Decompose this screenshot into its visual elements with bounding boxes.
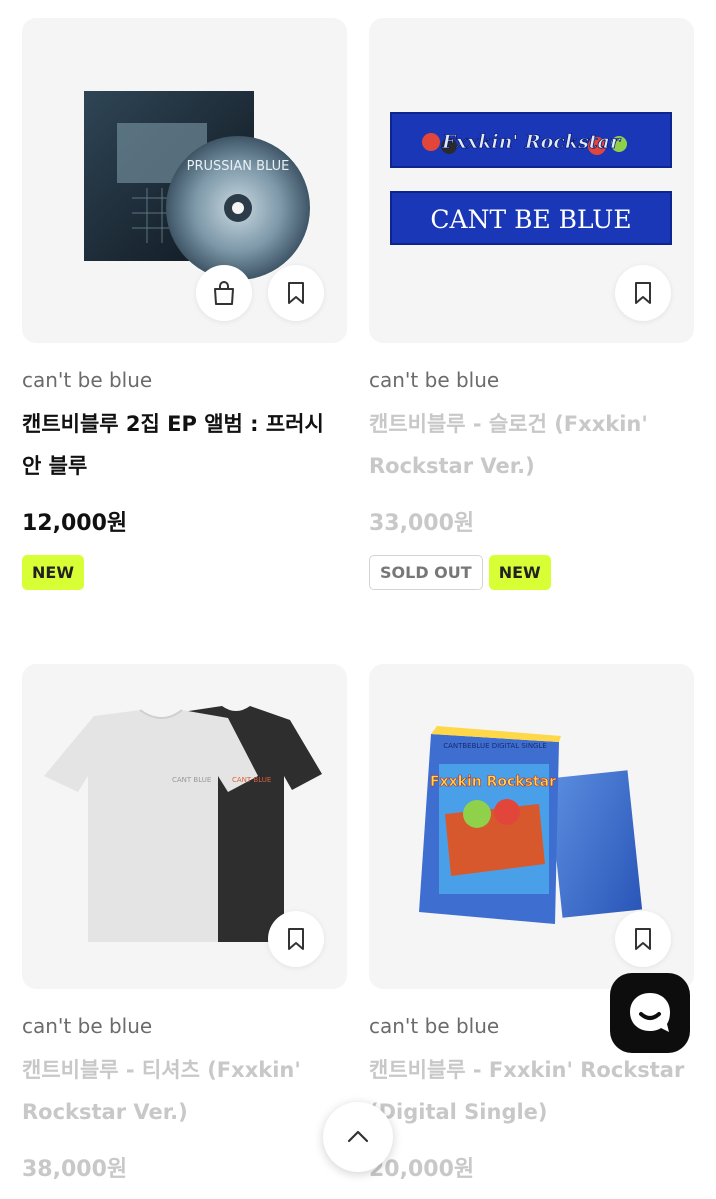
slogan-top-text: Fxxkin' Rockstar xyxy=(441,131,622,153)
product-title[interactable]: 캔트비블루 - Fxxkin' Rockstar (Digital Single… xyxy=(369,1049,689,1133)
product-brand: can't be blue xyxy=(369,1014,500,1038)
bookmark-button[interactable] xyxy=(615,265,671,321)
add-to-cart-button[interactable] xyxy=(196,265,252,321)
box-header-text: CANTBEBLUE DIGITAL SINGLE xyxy=(443,742,547,750)
product-title[interactable]: 캔트비블루 - 티셔츠 (Fxxkin' Rockstar Ver.) xyxy=(22,1049,342,1133)
bookmark-button[interactable] xyxy=(615,911,671,967)
product-brand: can't be blue xyxy=(369,368,500,392)
new-badge: NEW xyxy=(488,555,551,590)
product-title[interactable]: 캔트비블루 2집 EP 앨범 : 프러시안 블루 xyxy=(22,403,342,487)
new-badge: NEW xyxy=(22,555,84,590)
product-image[interactable]: Fxxkin Rockstar CANTBEBLUE DIGITAL SINGL… xyxy=(369,664,694,989)
tshirt-logo: CANT BLUE xyxy=(172,776,211,784)
slogan-bottom-text: CANT BE BLUE xyxy=(430,205,631,234)
product-title[interactable]: 캔트비블루 - 슬로건 (Fxxkin' Rockstar Ver.) xyxy=(369,403,689,487)
product-card[interactable]: Fxxkin Rockstar CANTBEBLUE DIGITAL SINGL… xyxy=(369,664,694,1194)
product-price: 38,000원 xyxy=(22,1157,128,1182)
product-image[interactable]: CANT BLUE CANT BLUE xyxy=(22,664,347,989)
product-brand: can't be blue xyxy=(22,368,153,392)
product-price: 33,000원 xyxy=(369,511,475,536)
bookmark-icon xyxy=(635,282,651,304)
chat-bubble-icon xyxy=(630,993,670,1032)
bookmark-icon xyxy=(288,928,304,950)
bookmark-button[interactable] xyxy=(268,265,324,321)
product-card[interactable]: PRUSSIAN BLUE can't be blue 캔트비블루 2집 EP … xyxy=(22,18,347,598)
bookmark-icon xyxy=(288,282,304,304)
tshirt-logo-dark: CANT BLUE xyxy=(232,776,271,784)
product-card[interactable]: CANT BLUE CANT BLUE can't be blue 캔트비블루 … xyxy=(22,664,347,1194)
album-cover-text: PRUSSIAN BLUE xyxy=(187,159,290,174)
product-image[interactable]: PRUSSIAN BLUE xyxy=(22,18,347,343)
chevron-up-icon xyxy=(347,1130,369,1143)
product-image[interactable]: Fxxkin' Rockstar CANT BE BLUE xyxy=(369,18,694,343)
product-card[interactable]: Fxxkin' Rockstar CANT BE BLUE can't be b… xyxy=(369,18,694,598)
bookmark-icon xyxy=(635,928,651,950)
product-brand: can't be blue xyxy=(22,1014,153,1038)
chat-button[interactable] xyxy=(610,973,690,1053)
box-title-art: Fxxkin Rockstar xyxy=(430,774,556,790)
bookmark-button[interactable] xyxy=(268,911,324,967)
product-price: 12,000원 xyxy=(22,511,128,536)
scroll-to-top-button[interactable] xyxy=(323,1102,393,1172)
sold-out-badge: SOLD OUT xyxy=(369,555,483,590)
shopping-bag-icon xyxy=(214,281,234,305)
